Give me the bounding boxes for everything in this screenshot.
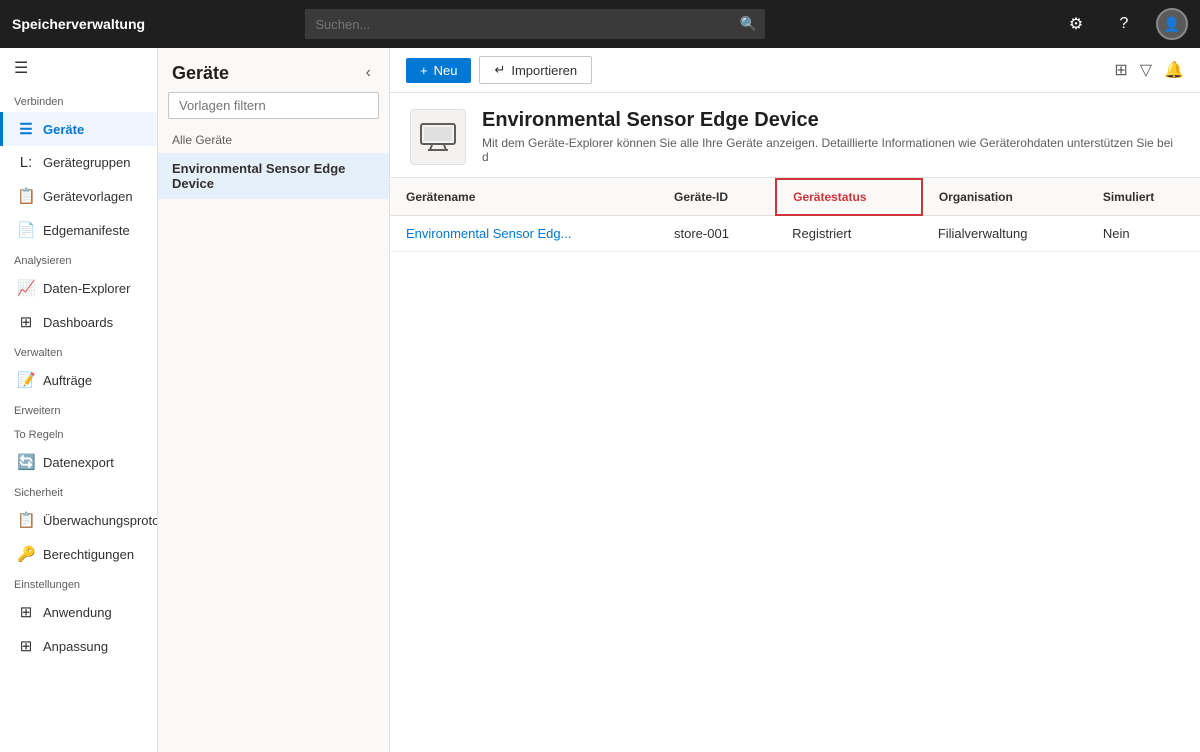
geraetevorlagen-icon: 📋 <box>17 187 35 205</box>
ueberwachungsprotokolle-icon: 📋 <box>17 511 35 529</box>
template-panel: Geräte ‹ Alle Geräte Environmental Senso… <box>158 48 390 752</box>
col-geraetestatus: Gerätestatus <box>776 179 922 215</box>
main-container: ☰ Verbinden ☰ Geräte L: Gerätegruppen 📋 … <box>0 48 1200 752</box>
sidebar-item-label-berechtigungen: Berechtigungen <box>43 547 134 562</box>
table-row: Environmental Sensor Edg... store-001 Re… <box>390 215 1200 252</box>
avatar[interactable]: 👤 <box>1156 8 1188 40</box>
sidebar-item-anpassung[interactable]: ⊞ Anpassung <box>0 629 157 663</box>
template-panel-title: Geräte <box>172 63 229 84</box>
sidebar-item-geraetegruppen[interactable]: L: Gerätegruppen <box>0 146 157 179</box>
new-button-label: Neu <box>434 63 458 78</box>
edgemanifeste-icon: 📄 <box>17 221 35 239</box>
sidebar-item-datenexport[interactable]: 🔄 Datenexport <box>0 445 157 479</box>
section-label-to-regeln: To Regeln <box>0 421 157 445</box>
table-container: Gerätename Geräte-ID Gerätestatus Organi… <box>390 178 1200 752</box>
section-label-sicherheit: Sicherheit <box>0 479 157 503</box>
section-label-einstellungen: Einstellungen <box>0 571 157 595</box>
template-panel-header: Geräte ‹ <box>158 48 389 92</box>
device-name-link[interactable]: Environmental Sensor Edg... <box>406 226 571 241</box>
template-filter-input[interactable] <box>168 92 379 119</box>
grid-view-icon[interactable]: ⊞ <box>1114 60 1127 80</box>
device-header-title: Environmental Sensor Edge Device <box>482 109 1180 132</box>
sidebar-item-label-anpassung: Anpassung <box>43 639 108 654</box>
cell-geraetestatus: Registriert <box>776 215 922 252</box>
auftraege-icon: 📝 <box>17 371 35 389</box>
filter-icon[interactable]: ▽ <box>1140 60 1152 80</box>
section-label-erweitern: Erweitern <box>0 397 157 421</box>
geraetegruppen-icon: L: <box>17 154 35 171</box>
collapse-button[interactable]: ‹ <box>362 62 375 84</box>
dashboards-icon: ⊞ <box>17 313 35 331</box>
sidebar-item-label-dashboards: Dashboards <box>43 315 113 330</box>
import-button[interactable]: ↵ Importieren <box>479 56 592 84</box>
anpassung-icon: ⊞ <box>17 637 35 655</box>
col-geraete-id: Geräte-ID <box>658 179 776 215</box>
search-container: 🔍 <box>305 9 765 39</box>
app-title: Speicherverwaltung <box>12 16 152 32</box>
sidebar-item-label-daten-explorer: Daten-Explorer <box>43 281 130 296</box>
device-header-info: Environmental Sensor Edge Device Mit dem… <box>482 109 1180 164</box>
import-arrow-icon: ↵ <box>494 62 505 78</box>
sidebar-item-auftraege[interactable]: 📝 Aufträge <box>0 363 157 397</box>
col-organisation: Organisation <box>922 179 1087 215</box>
sidebar-item-label-ueberwachungsprotokolle: Überwachungsprotokolle <box>43 513 158 528</box>
sidebar-item-geraetevorlagen[interactable]: 📋 Gerätevorlagen <box>0 179 157 213</box>
hamburger-icon[interactable]: ☰ <box>0 48 157 88</box>
import-button-label: Importieren <box>511 63 577 78</box>
device-header-desc: Mit dem Geräte-Explorer können Sie alle … <box>482 136 1180 164</box>
device-header: Environmental Sensor Edge Device Mit dem… <box>390 93 1200 178</box>
sidebar-item-label-edgemanifeste: Edgemanifeste <box>43 223 130 238</box>
content-area: + Neu ↵ Importieren ⊞ ▽ 🔔 <box>390 48 1200 752</box>
sidebar-item-label-datenexport: Datenexport <box>43 455 114 470</box>
sidebar-item-label-anwendung: Anwendung <box>43 605 112 620</box>
device-icon <box>410 109 466 165</box>
sidebar-item-label-geraetevorlagen: Gerätevorlagen <box>43 189 133 204</box>
sidebar-item-label-geraete: Geräte <box>43 122 84 137</box>
sidebar-item-label-auftraege: Aufträge <box>43 373 92 388</box>
search-icon: 🔍 <box>740 16 757 33</box>
new-button[interactable]: + Neu <box>406 58 471 83</box>
col-simuliert: Simuliert <box>1087 179 1200 215</box>
sidebar-item-daten-explorer[interactable]: 📈 Daten-Explorer <box>0 271 157 305</box>
help-icon[interactable]: ? <box>1108 8 1140 40</box>
new-plus-icon: + <box>420 63 428 78</box>
section-label-verwalten: Verwalten <box>0 339 157 363</box>
sidebar-item-edgemanifeste[interactable]: 📄 Edgemanifeste <box>0 213 157 247</box>
cell-simuliert: Nein <box>1087 215 1200 252</box>
anwendung-icon: ⊞ <box>17 603 35 621</box>
cell-geraete-id: store-001 <box>658 215 776 252</box>
devices-table: Gerätename Geräte-ID Gerätestatus Organi… <box>390 178 1200 252</box>
geraete-icon: ☰ <box>17 120 35 138</box>
topbar-icons: ⚙ ? 👤 <box>1060 8 1188 40</box>
action-bar-icons: ⊞ ▽ 🔔 <box>1114 60 1184 80</box>
cell-organisation: Filialverwaltung <box>922 215 1087 252</box>
berechtigungen-icon: 🔑 <box>17 545 35 563</box>
notification-bell-icon[interactable]: 🔔 <box>1164 60 1184 80</box>
action-bar: + Neu ↵ Importieren ⊞ ▽ 🔔 <box>390 48 1200 93</box>
template-selected-item[interactable]: Environmental Sensor Edge Device <box>158 153 389 199</box>
sidebar-item-berechtigungen[interactable]: 🔑 Berechtigungen <box>0 537 157 571</box>
table-header-row: Gerätename Geräte-ID Gerätestatus Organi… <box>390 179 1200 215</box>
sidebar-item-label-geraetegruppen: Gerätegruppen <box>43 155 130 170</box>
sidebar-item-geraete[interactable]: ☰ Geräte <box>0 112 157 146</box>
sidebar-item-anwendung[interactable]: ⊞ Anwendung <box>0 595 157 629</box>
cell-geraetename: Environmental Sensor Edg... <box>390 215 658 252</box>
template-all-label[interactable]: Alle Geräte <box>158 127 389 153</box>
sidebar-item-ueberwachungsprotokolle[interactable]: 📋 Überwachungsprotokolle <box>0 503 157 537</box>
datenexport-icon: 🔄 <box>17 453 35 471</box>
col-geraetename: Gerätename <box>390 179 658 215</box>
sidebar: ☰ Verbinden ☰ Geräte L: Gerätegruppen 📋 … <box>0 48 158 752</box>
section-label-analysieren: Analysieren <box>0 247 157 271</box>
topbar: Speicherverwaltung 🔍 ⚙ ? 👤 <box>0 0 1200 48</box>
section-label-verbinden: Verbinden <box>0 88 157 112</box>
sidebar-item-dashboards[interactable]: ⊞ Dashboards <box>0 305 157 339</box>
daten-explorer-icon: 📈 <box>17 279 35 297</box>
search-input[interactable] <box>305 9 765 39</box>
settings-icon[interactable]: ⚙ <box>1060 8 1092 40</box>
